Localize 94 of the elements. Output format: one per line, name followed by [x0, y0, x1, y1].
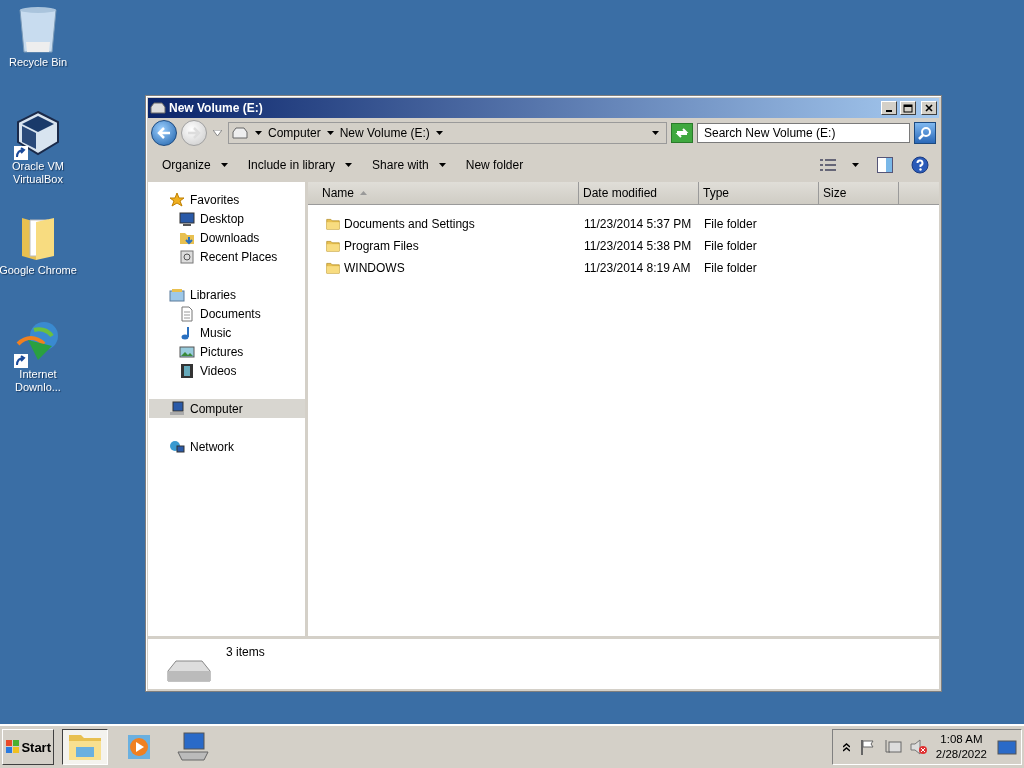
folder-icon	[326, 240, 340, 252]
caret-icon	[852, 163, 859, 167]
nav-item[interactable]: Pictures	[149, 342, 305, 361]
close-button[interactable]	[921, 101, 937, 115]
help-button[interactable]	[909, 154, 931, 176]
breadcrumb[interactable]: Computer	[268, 126, 334, 140]
refresh-icon	[675, 127, 689, 139]
toolbar-button[interactable]: Include in library	[241, 154, 359, 176]
forward-arrow-icon	[187, 127, 201, 139]
computer-icon	[176, 732, 210, 762]
show-hidden-icons-button[interactable]	[840, 740, 852, 754]
sort-arrow-icon	[360, 191, 367, 195]
drive-icon	[231, 127, 249, 139]
breadcrumb[interactable]: New Volume (E:)	[339, 126, 443, 140]
back-button[interactable]	[151, 120, 177, 146]
nav-item[interactable]: Libraries	[149, 285, 305, 304]
table-cell: File folder	[704, 217, 757, 231]
monitor-icon	[179, 210, 195, 227]
desktop-icon-label[interactable]: Recycle Bin	[0, 56, 77, 69]
nav-item[interactable]: Downloads	[149, 228, 305, 247]
computer-icon	[169, 400, 185, 417]
caret-icon	[255, 131, 262, 135]
history-dropdown[interactable]	[211, 128, 224, 138]
desktop-icon-label[interactable]: Internet Downlo...	[0, 368, 77, 394]
refresh-button[interactable]	[671, 123, 693, 143]
column-header[interactable]: Size	[819, 182, 899, 204]
show-desktop-button[interactable]	[995, 737, 1019, 757]
recycle-bin-icon	[18, 6, 58, 54]
file-name[interactable]: WINDOWS	[344, 261, 405, 275]
preview-pane-button[interactable]	[875, 155, 895, 175]
caret-icon	[213, 130, 222, 136]
monitor-icon	[997, 739, 1017, 755]
search-field[interactable]: Search New Volume (E:)	[697, 123, 910, 143]
flag-icon	[859, 739, 876, 755]
film-icon	[179, 362, 195, 379]
taskbar-app[interactable]	[62, 729, 108, 765]
file-name[interactable]: Program Files	[344, 239, 419, 253]
column-header[interactable]: Type	[699, 182, 819, 204]
folder-icon	[68, 733, 102, 761]
network-icon	[883, 739, 902, 755]
nav-item[interactable]: Network	[149, 437, 305, 456]
preview-pane-icon	[877, 157, 893, 173]
close-icon	[925, 104, 933, 112]
nav-item[interactable]: Computer	[149, 399, 305, 418]
network-icon	[169, 438, 185, 455]
table-cell: 11/23/2014 5:38 PM	[584, 239, 692, 253]
table-cell: 11/23/2014 5:37 PM	[584, 217, 692, 231]
list-view-icon	[820, 159, 836, 171]
toolbar-button[interactable]: New folder	[459, 154, 530, 176]
nav-item[interactable]: Favorites	[149, 190, 305, 209]
nav-item[interactable]: Videos	[149, 361, 305, 380]
pictures-icon	[179, 343, 195, 360]
column-header[interactable]: Date modified	[579, 182, 699, 204]
view-options-button[interactable]	[818, 157, 838, 173]
search-icon	[918, 126, 932, 140]
document-icon	[179, 305, 195, 322]
caret-icon	[435, 131, 443, 135]
minimize-button[interactable]	[881, 101, 897, 115]
maximize-button[interactable]	[900, 101, 916, 115]
toolbar-button[interactable]: Organize	[156, 154, 234, 176]
drive-icon	[150, 102, 166, 114]
table-cell: 11/23/2014 8:19 AM	[584, 261, 691, 275]
help-icon	[911, 156, 929, 174]
desktop-icon-label[interactable]: Google Chrome	[0, 264, 77, 277]
back-arrow-icon	[157, 127, 171, 139]
star-icon	[169, 191, 185, 208]
nav-item[interactable]: Music	[149, 323, 305, 342]
column-header[interactable]: Name	[308, 182, 579, 204]
nav-item[interactable]: Recent Places	[149, 247, 305, 266]
folder-icon	[326, 218, 340, 230]
maximize-icon	[903, 103, 913, 113]
cube-icon	[16, 110, 60, 156]
recent-places-icon	[179, 248, 195, 265]
windows-logo-icon	[5, 739, 20, 755]
search-button[interactable]	[914, 122, 936, 144]
nav-item[interactable]: Documents	[149, 304, 305, 323]
media-player-icon	[125, 733, 153, 761]
folder-icon	[326, 262, 340, 274]
clock: 1:08 AM 2/28/2022	[935, 732, 987, 762]
file-name[interactable]: Documents and Settings	[344, 217, 475, 231]
chevron-up-icon	[842, 742, 850, 752]
start-button[interactable]: Start	[2, 729, 54, 765]
view-dropdown[interactable]	[850, 161, 861, 169]
caret-icon	[326, 131, 334, 135]
address-bar[interactable]: Computer New Volume (E:)	[228, 122, 667, 144]
toolbar-button[interactable]: Share with	[366, 154, 452, 176]
table-cell: File folder	[704, 261, 757, 275]
desktop-icon-label[interactable]: Oracle VM VirtualBox	[0, 160, 77, 186]
item-count: 3 items	[226, 645, 265, 661]
table-cell: File folder	[704, 239, 757, 253]
caret-icon	[651, 131, 660, 135]
nav-item[interactable]: Desktop	[149, 209, 305, 228]
window-title: New Volume (E:)	[169, 101, 264, 115]
library-icon	[169, 286, 185, 303]
